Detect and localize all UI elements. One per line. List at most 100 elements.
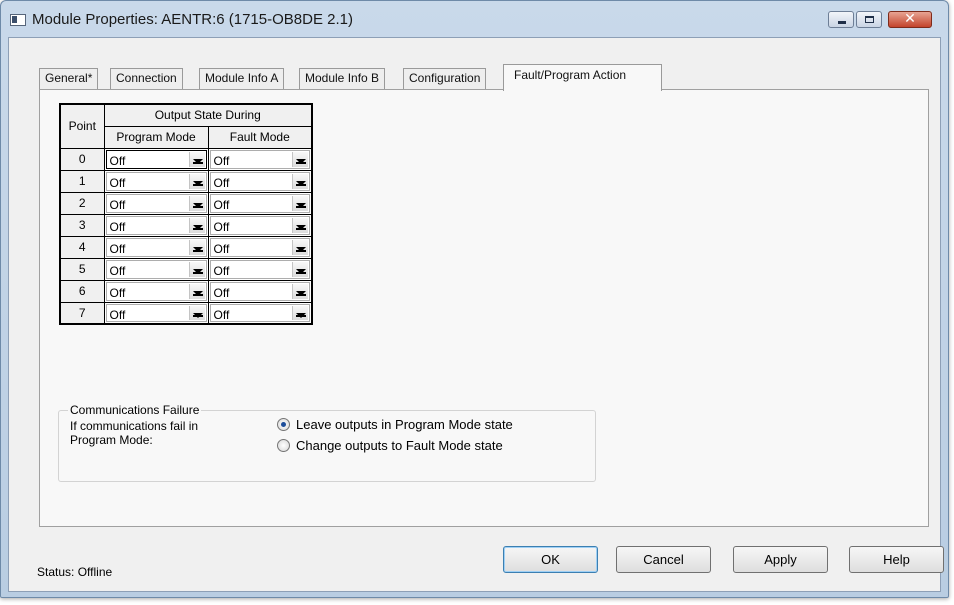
window-app-icon bbox=[10, 14, 26, 26]
module-properties-window: Module Properties: AENTR:6 (1715-OB8DE 2… bbox=[0, 0, 949, 598]
dropdown-arrow-icon[interactable] bbox=[292, 173, 308, 189]
close-button[interactable]: ✕ bbox=[888, 11, 932, 28]
dropdown-arrow-icon[interactable] bbox=[292, 305, 308, 320]
dropdown-arrow-icon[interactable] bbox=[292, 261, 308, 277]
fault-program-action-panel: Point Output State During Program Mode F… bbox=[39, 89, 929, 527]
fault-mode-dropdown[interactable]: Off bbox=[209, 193, 310, 213]
apply-button[interactable]: Apply bbox=[733, 546, 828, 573]
point-number: 7 bbox=[59, 301, 105, 325]
fault-mode-dropdown[interactable]: Off bbox=[209, 149, 310, 169]
close-icon: ✕ bbox=[904, 11, 916, 27]
table-row: 3 Off Off bbox=[59, 213, 313, 237]
dialog-client-area: General* Connection Module Info A Module… bbox=[8, 37, 941, 592]
table-row: 0 Off Off bbox=[59, 147, 313, 171]
point-number: 4 bbox=[59, 235, 105, 259]
status-value: Offline bbox=[77, 565, 113, 579]
table-row: 7 Off Off bbox=[59, 301, 313, 325]
point-number: 2 bbox=[59, 191, 105, 215]
program-mode-value: Off bbox=[109, 263, 126, 278]
radio-selected-icon[interactable] bbox=[277, 417, 290, 431]
window-title: Module Properties: AENTR:6 (1715-OB8DE 2… bbox=[32, 11, 353, 28]
cancel-button[interactable]: Cancel bbox=[616, 546, 711, 573]
fault-mode-dropdown[interactable]: Off bbox=[209, 171, 310, 191]
leave-outputs-option[interactable]: Leave outputs in Program Mode state bbox=[277, 416, 513, 432]
program-mode-dropdown[interactable]: Off bbox=[105, 193, 207, 213]
change-outputs-option[interactable]: Change outputs to Fault Mode state bbox=[277, 437, 503, 453]
program-mode-value: Off bbox=[109, 285, 126, 300]
program-mode-dropdown[interactable]: Off bbox=[105, 303, 207, 322]
fault-mode-value: Off bbox=[213, 197, 230, 212]
fault-mode-dropdown[interactable]: Off bbox=[209, 215, 310, 235]
tab-general[interactable]: General* bbox=[39, 68, 99, 89]
program-mode-value: Off bbox=[109, 197, 126, 212]
dropdown-arrow-icon[interactable] bbox=[188, 195, 205, 211]
point-number: 6 bbox=[59, 279, 105, 303]
program-mode-column-header: Program Mode bbox=[103, 125, 209, 149]
program-mode-dropdown[interactable]: Off bbox=[105, 171, 207, 191]
fault-mode-value: Off bbox=[213, 175, 230, 190]
program-mode-dropdown[interactable]: Off bbox=[105, 237, 207, 257]
dropdown-arrow-icon[interactable] bbox=[188, 283, 205, 299]
radio-unselected-icon[interactable] bbox=[277, 438, 290, 452]
program-mode-dropdown[interactable]: Off bbox=[105, 259, 207, 279]
program-mode-value: Off bbox=[109, 153, 126, 168]
program-mode-value: Off bbox=[109, 241, 126, 256]
dropdown-arrow-icon[interactable] bbox=[292, 151, 308, 167]
point-number: 0 bbox=[59, 147, 105, 171]
dropdown-arrow-icon[interactable] bbox=[188, 217, 205, 233]
fault-mode-dropdown[interactable]: Off bbox=[209, 281, 310, 301]
tab-module-info-b[interactable]: Module Info B bbox=[299, 68, 386, 89]
tab-module-info-a[interactable]: Module Info A bbox=[199, 68, 285, 89]
ok-button[interactable]: OK bbox=[503, 546, 598, 573]
table-row: 6 Off Off bbox=[59, 279, 313, 303]
status-label: Status: bbox=[37, 565, 75, 579]
communications-failure-group: Communications Failure If communications… bbox=[58, 403, 596, 482]
maximize-button[interactable] bbox=[856, 11, 882, 28]
point-column-header: Point bbox=[59, 103, 105, 149]
dropdown-arrow-icon[interactable] bbox=[292, 239, 308, 255]
fault-mode-value: Off bbox=[213, 153, 230, 168]
table-row: 5 Off Off bbox=[59, 257, 313, 281]
fault-mode-dropdown[interactable]: Off bbox=[209, 259, 310, 279]
communications-failure-legend: Communications Failure bbox=[68, 403, 202, 417]
fault-mode-value: Off bbox=[213, 219, 230, 234]
fault-mode-value: Off bbox=[213, 307, 230, 322]
program-mode-dropdown[interactable]: Off bbox=[105, 281, 207, 301]
fault-mode-dropdown[interactable]: Off bbox=[209, 303, 310, 322]
program-mode-value: Off bbox=[109, 175, 126, 190]
dropdown-arrow-icon[interactable] bbox=[188, 173, 205, 189]
point-number: 5 bbox=[59, 257, 105, 281]
tab-configuration[interactable]: Configuration bbox=[403, 68, 487, 89]
fault-mode-dropdown[interactable]: Off bbox=[209, 237, 310, 257]
tab-fault-program-action[interactable]: Fault/Program Action bbox=[503, 64, 662, 91]
program-mode-dropdown[interactable]: Off bbox=[105, 149, 207, 169]
dropdown-arrow-icon[interactable] bbox=[188, 239, 205, 255]
point-number: 1 bbox=[59, 169, 105, 193]
dropdown-arrow-icon[interactable] bbox=[292, 195, 308, 211]
description-line-2: Program Mode: bbox=[70, 433, 153, 447]
communications-failure-description: If communications fail in Program Mode: bbox=[70, 419, 198, 447]
maximize-icon bbox=[865, 16, 874, 23]
program-mode-dropdown[interactable]: Off bbox=[105, 215, 207, 235]
fault-mode-value: Off bbox=[213, 285, 230, 300]
minimize-button[interactable] bbox=[828, 11, 854, 28]
minimize-icon bbox=[838, 21, 846, 24]
help-button[interactable]: Help bbox=[849, 546, 944, 573]
title-bar[interactable]: Module Properties: AENTR:6 (1715-OB8DE 2… bbox=[1, 1, 948, 37]
output-state-table: Point Output State During Program Mode F… bbox=[59, 103, 313, 325]
fault-mode-column-header: Fault Mode bbox=[207, 125, 313, 149]
dropdown-arrow-icon[interactable] bbox=[188, 151, 205, 167]
point-number: 3 bbox=[59, 213, 105, 237]
dropdown-arrow-icon[interactable] bbox=[188, 261, 205, 277]
change-outputs-label[interactable]: Change outputs to Fault Mode state bbox=[296, 438, 503, 453]
leave-outputs-label[interactable]: Leave outputs in Program Mode state bbox=[296, 417, 513, 432]
fault-mode-value: Off bbox=[213, 263, 230, 278]
description-line-1: If communications fail in bbox=[70, 419, 199, 433]
program-mode-value: Off bbox=[109, 219, 126, 234]
dropdown-arrow-icon[interactable] bbox=[188, 305, 205, 320]
tab-connection[interactable]: Connection bbox=[110, 68, 183, 89]
dropdown-arrow-icon[interactable] bbox=[292, 217, 308, 233]
dropdown-arrow-icon[interactable] bbox=[292, 283, 308, 299]
table-row: 2 Off Off bbox=[59, 191, 313, 215]
table-row: 4 Off Off bbox=[59, 235, 313, 259]
